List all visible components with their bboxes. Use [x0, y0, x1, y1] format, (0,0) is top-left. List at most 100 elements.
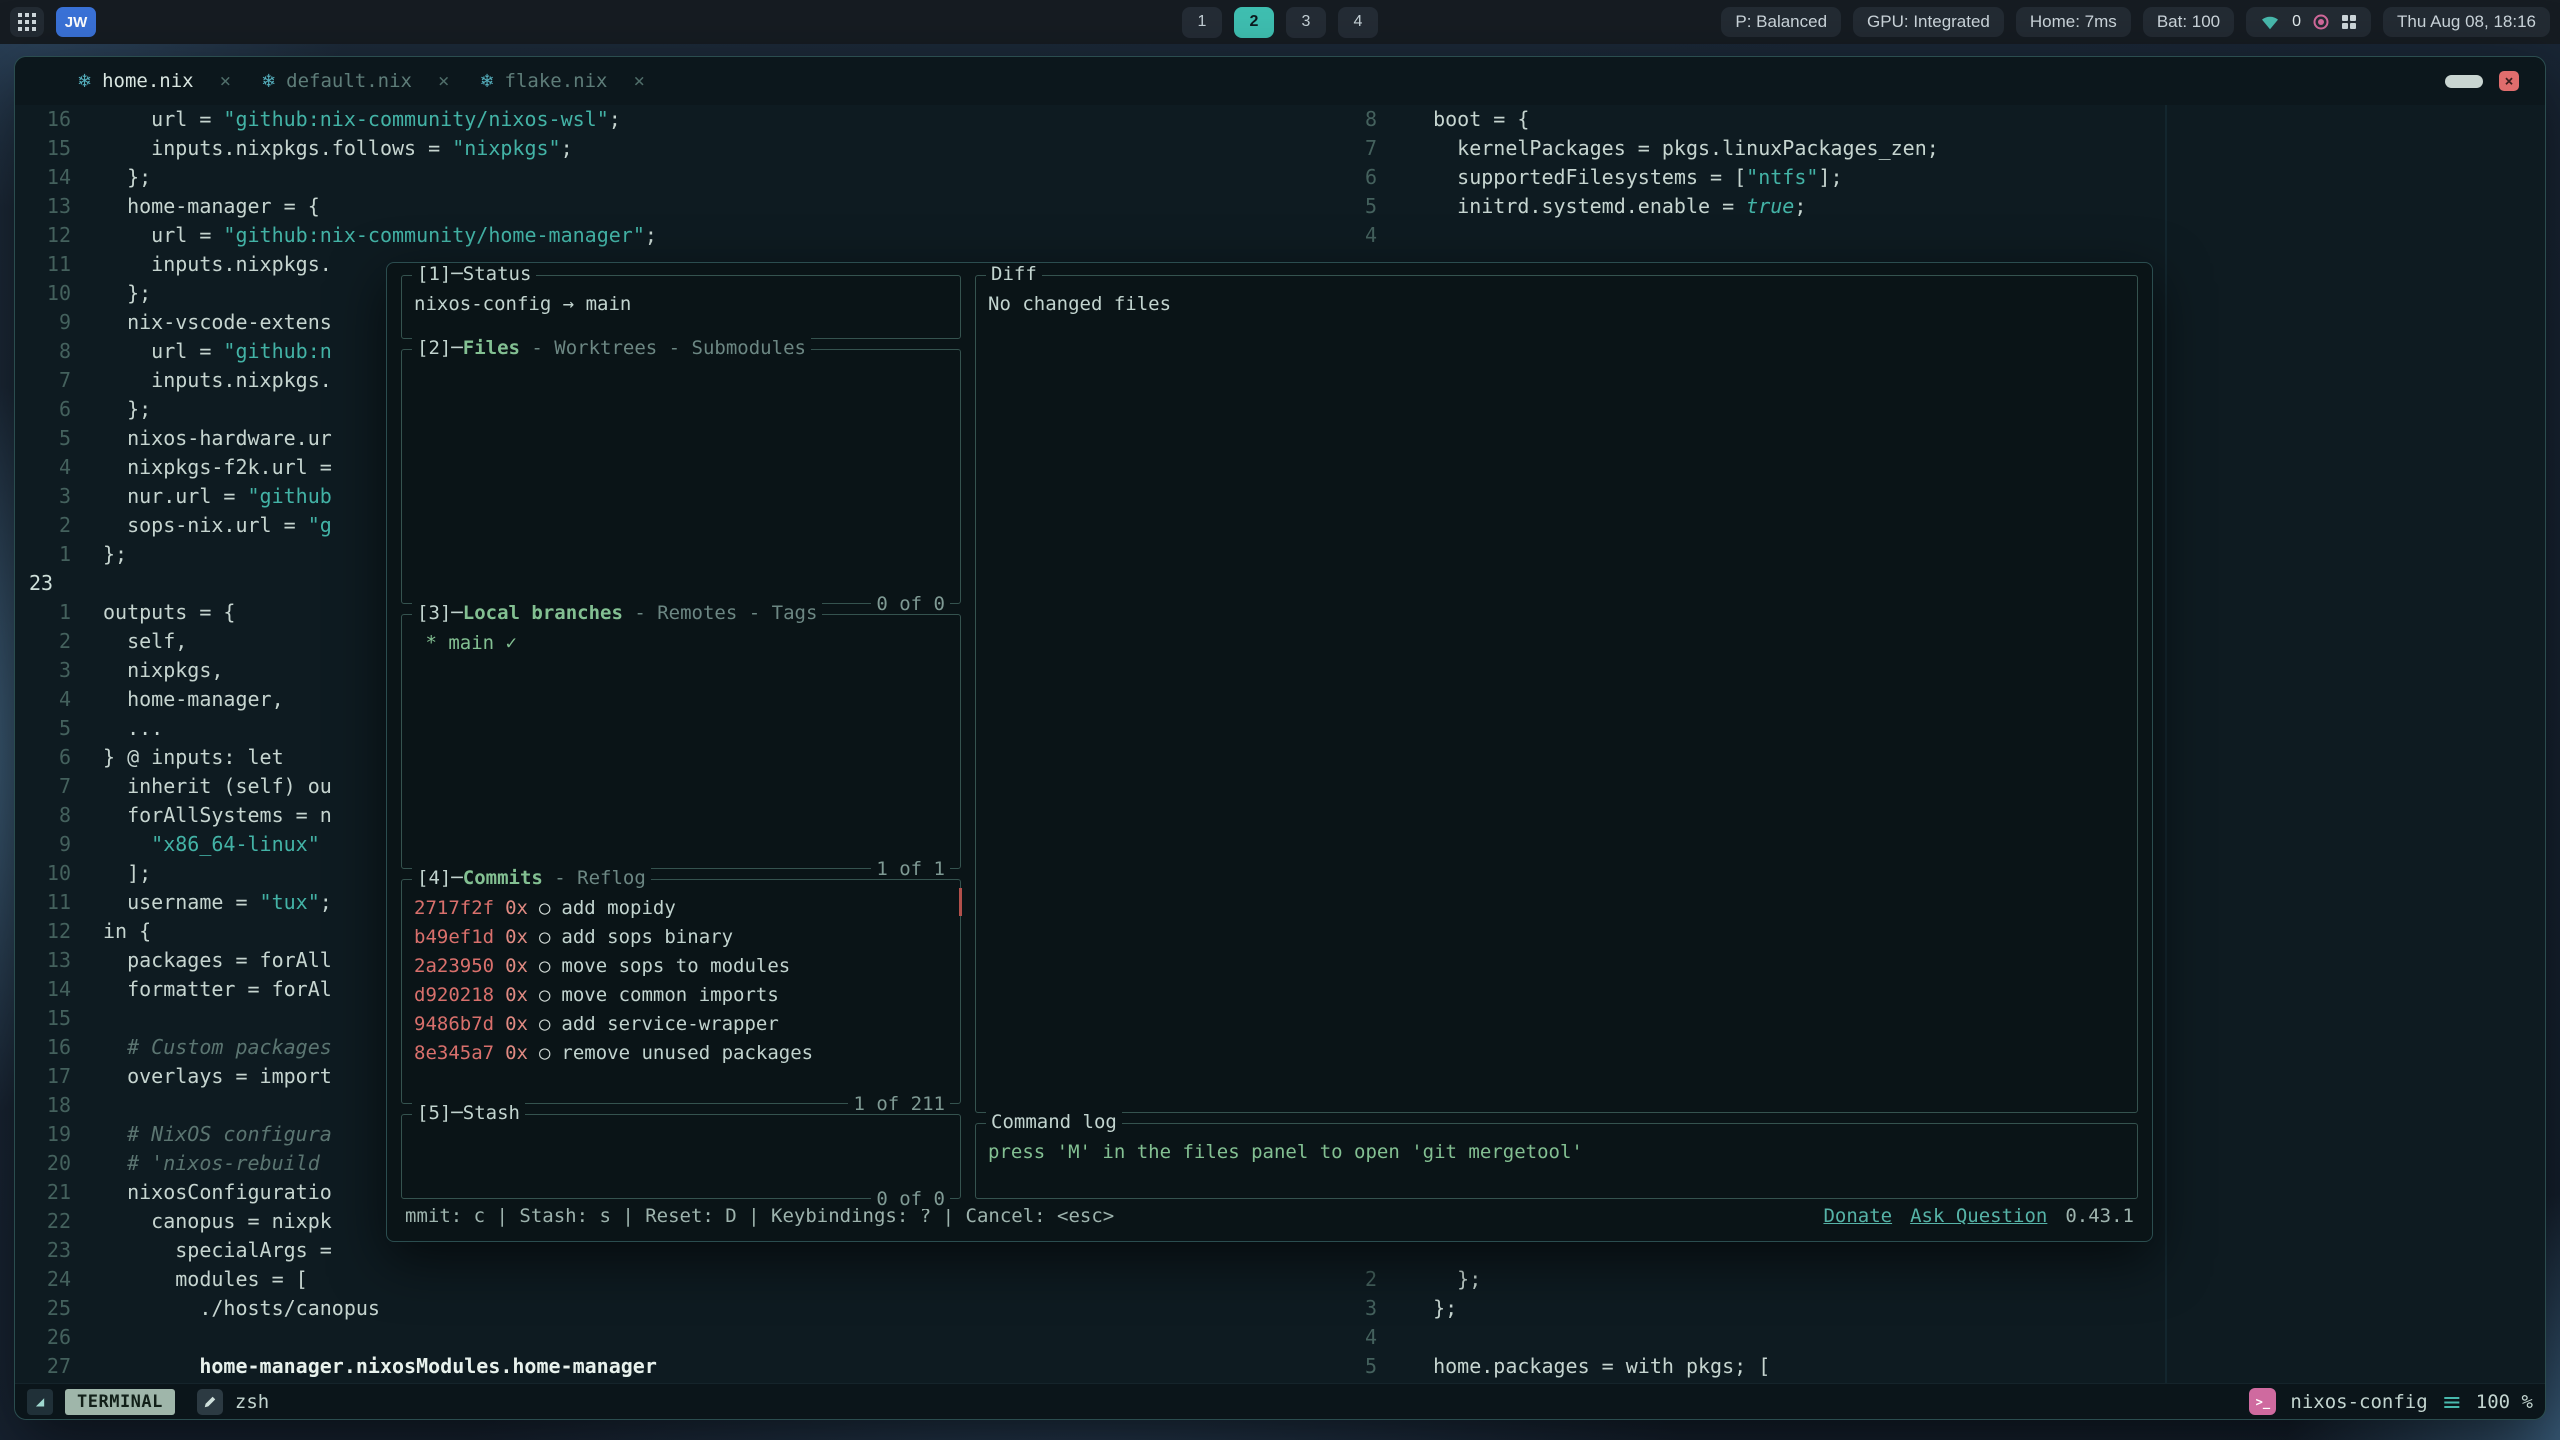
- window-controls: ×: [2445, 71, 2519, 91]
- code-line: 12 url = "github:nix-community/home-mana…: [15, 221, 1321, 250]
- commit-row[interactable]: 9486b7d0x○add service-wrapper: [414, 1010, 948, 1039]
- code-line: 14 };: [15, 163, 1321, 192]
- nix-icon: ❄: [261, 71, 276, 92]
- lazygit-diff-panel[interactable]: Diff No changed files: [975, 275, 2138, 1113]
- commit-message: add sops binary: [561, 926, 733, 948]
- commit-message: remove unused packages: [561, 1042, 813, 1064]
- line-number: 10: [15, 859, 71, 888]
- command-log-content: press 'M' in the files panel to open 'gi…: [988, 1138, 2125, 1166]
- module-power-profile[interactable]: P: Balanced: [1721, 7, 1841, 37]
- lazygit-status-panel[interactable]: [1]─Status nixos-config → main: [401, 275, 961, 339]
- commit-row[interactable]: 8e345a70x○remove unused packages: [414, 1039, 948, 1068]
- code-text: forAllSystems = n: [103, 801, 332, 830]
- code-text: username = "tux";: [103, 888, 332, 917]
- code-text: url = "github:nix-community/home-manager…: [103, 221, 657, 250]
- line-number: 2: [15, 511, 71, 540]
- commit-author: 0x: [505, 1013, 528, 1035]
- repo-status-line: nixos-config → main: [414, 290, 948, 318]
- stash-count: 0 of 0: [871, 1189, 950, 1209]
- code-text: url = "github:n: [103, 337, 332, 366]
- tab-default.nix[interactable]: ❄default.nix×: [261, 70, 449, 92]
- files-count: 0 of 0: [871, 594, 950, 614]
- code-text: formatter = forAl: [103, 975, 332, 1004]
- line-number: 6: [1321, 163, 1377, 192]
- nix-icon: ❄: [77, 71, 92, 92]
- tab-flake.nix[interactable]: ❄flake.nix×: [479, 70, 645, 92]
- workspace-1[interactable]: 1: [1182, 7, 1222, 38]
- code-text: outputs = {: [103, 598, 235, 627]
- line-number: 11: [15, 888, 71, 917]
- code-text: nixpkgs,: [103, 656, 223, 685]
- lazygit-stash-panel[interactable]: [5]─Stash 0 of 0: [401, 1114, 961, 1199]
- list-icon: ≡: [2442, 1390, 2462, 1414]
- code-text: nixosConfiguratio: [103, 1178, 332, 1207]
- session-name: nixos-config: [2290, 1391, 2427, 1413]
- workspace-2[interactable]: 2: [1234, 7, 1274, 38]
- code-text: nixpkgs-f2k.url =: [103, 453, 332, 482]
- code-text: specialArgs =: [103, 1236, 332, 1265]
- line-number: 6: [15, 743, 71, 772]
- commit-author: 0x: [505, 984, 528, 1006]
- lazygit-commits-panel[interactable]: [4]─Commits - Reflog 2717f2f0x○add mopid…: [401, 879, 961, 1104]
- line-number: 19: [15, 1120, 71, 1149]
- apps-grid-icon: [18, 13, 36, 31]
- window-maximize-button[interactable]: [2445, 75, 2483, 88]
- code-line: 8 boot = {: [1321, 105, 2545, 134]
- module-ping[interactable]: Home: 7ms: [2016, 7, 2131, 37]
- close-tab-icon[interactable]: ×: [634, 70, 645, 92]
- user-badge[interactable]: JW: [56, 7, 96, 37]
- commit-row[interactable]: 2717f2f0x○add mopidy: [414, 894, 948, 923]
- commit-row[interactable]: d9202180x○move common imports: [414, 981, 948, 1010]
- code-line: 4: [1321, 1323, 2545, 1352]
- layout-icon: ◢: [27, 1389, 53, 1415]
- status-panel-title: [1]─Status: [412, 264, 536, 285]
- code-text: nixos-hardware.ur: [103, 424, 332, 453]
- commit-row[interactable]: b49ef1d0x○add sops binary: [414, 923, 948, 952]
- commit-hash: d920218: [414, 984, 494, 1006]
- commit-row[interactable]: 2a239500x○move sops to modules: [414, 952, 948, 981]
- percent-indicator: 100 %: [2476, 1391, 2533, 1413]
- branches-panel-title: [3]─Local branches - Remotes - Tags: [412, 603, 822, 624]
- branch-row[interactable]: * main ✓: [414, 629, 948, 657]
- close-tab-icon[interactable]: ×: [438, 70, 449, 92]
- lazygit-branches-panel[interactable]: [3]─Local branches - Remotes - Tags * ma…: [401, 614, 961, 869]
- commit-graph-icon: ○: [539, 897, 550, 919]
- line-number: 26: [15, 1323, 71, 1352]
- lazygit-files-panel[interactable]: [2]─Files - Worktrees - Submodules 0 of …: [401, 349, 961, 604]
- commits-scrollbar[interactable]: [959, 888, 962, 916]
- window-close-button[interactable]: ×: [2499, 71, 2519, 91]
- ask-question-link[interactable]: Ask Question: [1910, 1205, 2047, 1227]
- code-text: in {: [103, 917, 151, 946]
- commit-message: add mopidy: [561, 897, 675, 919]
- lazygit-command-log-panel[interactable]: Command log press 'M' in the files panel…: [975, 1123, 2138, 1199]
- code-text: # NixOS configura: [103, 1120, 332, 1149]
- tab-home.nix[interactable]: ❄home.nix×: [77, 70, 231, 92]
- app-launcher-button[interactable]: [10, 7, 44, 37]
- tray-grid-icon: [2341, 14, 2357, 30]
- code-text: self,: [103, 627, 187, 656]
- line-number: 13: [15, 192, 71, 221]
- system-tray[interactable]: 0: [2246, 7, 2371, 37]
- code-text: initrd.systemd.enable = true;: [1409, 192, 1806, 221]
- line-number: 7: [15, 366, 71, 395]
- line-number: 20: [15, 1149, 71, 1178]
- line-number: 13: [15, 946, 71, 975]
- line-number: 1: [15, 598, 71, 627]
- line-number: 5: [1321, 192, 1377, 221]
- line-number: 25: [15, 1294, 71, 1323]
- code-text: };: [103, 279, 151, 308]
- module-gpu[interactable]: GPU: Integrated: [1853, 7, 2004, 37]
- workspace-3[interactable]: 3: [1286, 7, 1326, 38]
- donate-link[interactable]: Donate: [1823, 1205, 1892, 1227]
- stash-panel-title: [5]─Stash: [412, 1103, 525, 1124]
- workspace-4[interactable]: 4: [1338, 7, 1378, 38]
- close-tab-icon[interactable]: ×: [220, 70, 231, 92]
- notification-count: 0: [2292, 13, 2301, 31]
- line-number: 23: [15, 1236, 71, 1265]
- code-text: inputs.nixpkgs.: [103, 366, 332, 395]
- clock[interactable]: Thu Aug 08, 18:16: [2383, 7, 2550, 37]
- module-battery[interactable]: Bat: 100: [2143, 7, 2234, 37]
- close-icon: ×: [2504, 72, 2513, 90]
- mode-indicator: TERMINAL: [65, 1389, 175, 1415]
- code-text: packages = forAll: [103, 946, 332, 975]
